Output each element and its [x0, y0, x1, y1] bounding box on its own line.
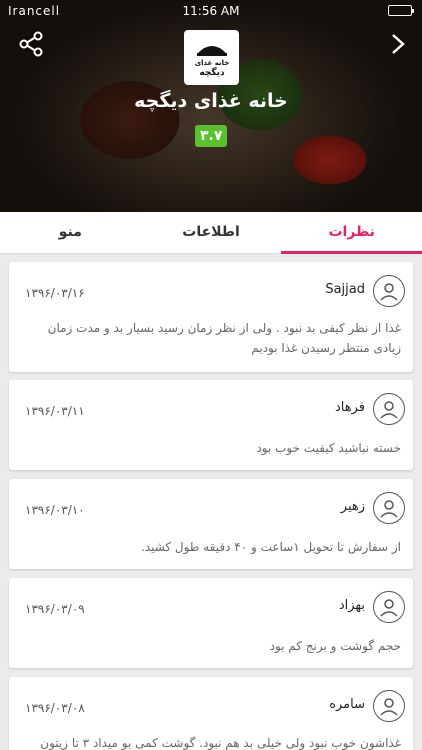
status-bar: Irancell 11:56 AM [0, 0, 422, 22]
review-card: بهزاد ۱۳۹۶/۰۳/۰۹ حجم گوشت و برنج کم بود [9, 578, 413, 668]
review-date: ۱۳۹۶/۰۳/۰۹ [25, 602, 85, 616]
restaurant-logo: خانه غذای دیگچه [184, 30, 239, 85]
review-card: Sajjad ۱۳۹۶/۰۳/۱۶ غذا از نظر کیفی بد نبو… [9, 262, 413, 372]
reviewer-name: زهیر [340, 499, 365, 514]
back-button[interactable] [388, 32, 408, 56]
review-text: غذا از نظر کیفی بد نبود . ولی از نظر زما… [47, 321, 401, 355]
restaurant-name: خانه غذای دیگچه [134, 90, 288, 112]
status-time: 11:56 AM [182, 4, 240, 18]
user-avatar-icon [373, 492, 405, 524]
user-avatar-icon [373, 591, 405, 623]
user-avatar-icon [373, 690, 405, 722]
share-icon [19, 31, 43, 57]
reviewer-name: Sajjad [325, 282, 365, 297]
review-card: زهیر ۱۳۹۶/۰۳/۱۰ از سفارش تا تحویل ۱ساعت … [9, 479, 413, 569]
logo-text-bottom: دیگچه [199, 66, 225, 78]
review-card: سامره ۱۳۹۶/۰۳/۰۸ غذاشون خوب نبود ولی خیل… [9, 677, 413, 750]
battery-icon [388, 5, 414, 16]
tab-menu[interactable]: منو [0, 212, 141, 253]
logo-text-top: خانه غذای [194, 59, 229, 67]
review-card: فرهاد ۱۳۹۶/۰۳/۱۱ خسته نباشید کیفیت خوب ب… [9, 380, 413, 470]
tab-bar: منو اطلاعات نظرات [0, 212, 422, 254]
reviewer-name: سامره [329, 697, 365, 712]
reviewer-name: فرهاد [335, 400, 365, 415]
review-text: خسته نباشید کیفیت خوب بود [256, 441, 401, 455]
review-date: ۱۳۹۶/۰۳/۱۱ [25, 404, 85, 418]
review-text: حجم گوشت و برنج کم بود [269, 639, 401, 653]
chevron-right-icon [392, 34, 405, 54]
tab-reviews[interactable]: نظرات [281, 212, 422, 254]
tab-info[interactable]: اطلاعات [141, 212, 282, 253]
share-button[interactable] [18, 30, 46, 58]
user-avatar-icon [373, 275, 405, 307]
review-date: ۱۳۹۶/۰۳/۱۰ [25, 503, 85, 517]
review-date: ۱۳۹۶/۰۳/۱۶ [25, 286, 85, 300]
user-avatar-icon [373, 393, 405, 425]
review-text: از سفارش تا تحویل ۱ساعت و ۴۰ دقیقه طول ک… [140, 540, 401, 554]
rating-badge: ۳.۷ [195, 125, 228, 147]
reviewer-name: بهزاد [338, 598, 365, 613]
review-date: ۱۳۹۶/۰۳/۰۸ [25, 701, 85, 715]
review-text: غذاشون خوب نبود ولی خیلی بد هم نبود. گوش… [40, 736, 401, 750]
